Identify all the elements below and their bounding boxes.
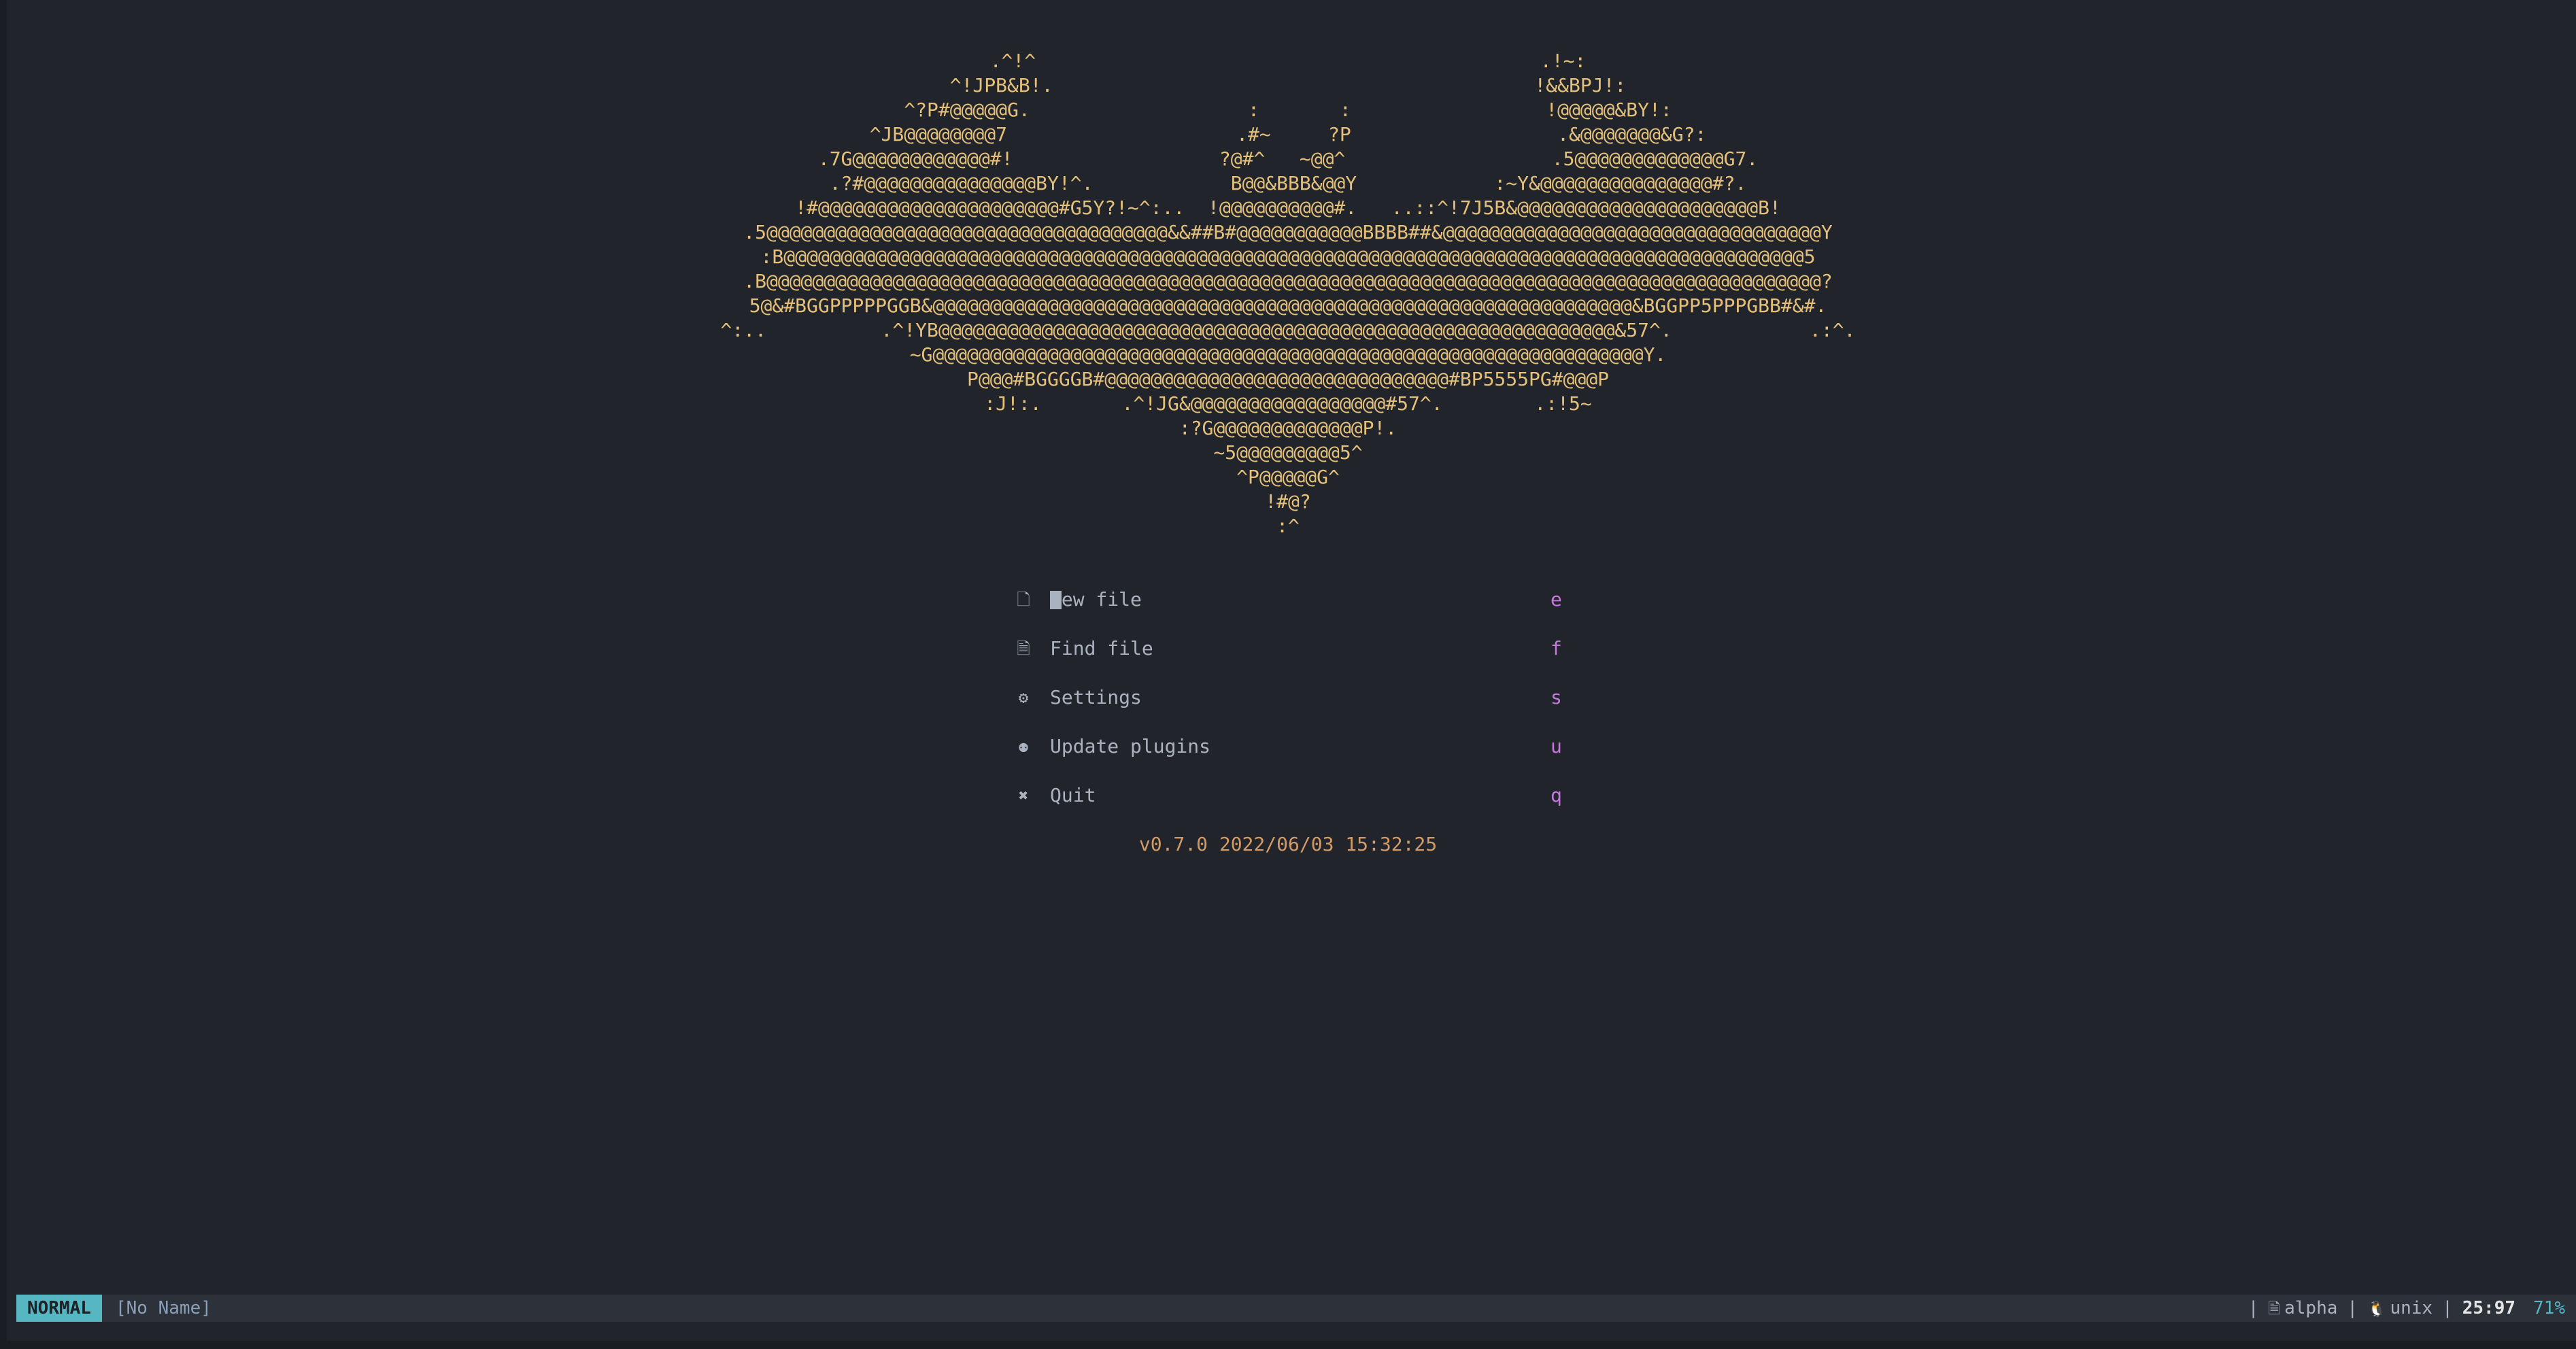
find-file-icon: 🗎 [1017, 639, 1030, 658]
cursor-position: 25:97 [2462, 1298, 2516, 1318]
terminal-screen: .^!^ .!~: ^!JPB&B!. !&&BPJ!: ^?P#@@@@@G.… [0, 0, 2576, 1349]
menu-item-update-plugins[interactable]: ⚉ Update plugins u [1013, 732, 1564, 762]
menu-item-find-file[interactable]: 🗎 Find file f [1013, 634, 1564, 664]
scroll-percent: 71% [2533, 1298, 2565, 1318]
shortcut-settings: s [1550, 686, 1562, 708]
menu-label-new-file: New file [1050, 588, 1142, 611]
statusline: NORMAL [No Name] | 🗎 alpha | 🐧 unix | 25:97 71% [16, 1295, 2576, 1322]
status-separator: | [2442, 1298, 2453, 1318]
shortcut-find-file: f [1550, 637, 1562, 660]
status-separator: | [2248, 1298, 2259, 1318]
menu-label-quit: Quit [1050, 784, 1096, 806]
filetype-icon: 🗎 [2268, 1301, 2281, 1318]
menu-item-quit[interactable]: ✖ Quit q [1013, 781, 1564, 810]
text-cursor [1050, 591, 1062, 609]
menu-label-update-plugins: Update plugins [1050, 735, 1211, 757]
menu-item-new-file[interactable]: 🗋 New file e [1013, 585, 1564, 615]
fileformat: unix [2390, 1298, 2433, 1318]
mode-indicator: NORMAL [16, 1295, 102, 1322]
ascii-art-banner: .^!^ .!~: ^!JPB&B!. !&&BPJ!: ^?P#@@@@@G.… [720, 50, 1856, 537]
linux-penguin-icon: 🐧 [2367, 1301, 2386, 1318]
new-file-icon: 🗋 [1017, 590, 1030, 609]
filetype: alpha [2284, 1298, 2338, 1318]
menu-label-settings: Settings [1050, 686, 1142, 708]
shortcut-update-plugins: u [1550, 735, 1562, 757]
menu-item-settings[interactable]: ⚙ Settings s [1013, 683, 1564, 713]
settings-gear-icon: ⚙ [1018, 688, 1029, 707]
version-footer: v0.7.0 2022/06/03 15:32:25 [1138, 833, 1438, 855]
buffer-name: [No Name] [116, 1298, 211, 1318]
statusline-right: | 🗎 alpha | 🐧 unix | 25:97 71% [2239, 1295, 2565, 1323]
shortcut-new-file: e [1550, 588, 1562, 611]
window-bottom-edge [0, 1341, 2576, 1349]
shortcut-quit: q [1550, 784, 1562, 806]
status-separator: | [2347, 1298, 2358, 1318]
menu-label-find-file: Find file [1050, 637, 1153, 660]
github-cat-icon: ⚉ [1018, 737, 1029, 756]
quit-close-icon: ✖ [1018, 786, 1029, 805]
